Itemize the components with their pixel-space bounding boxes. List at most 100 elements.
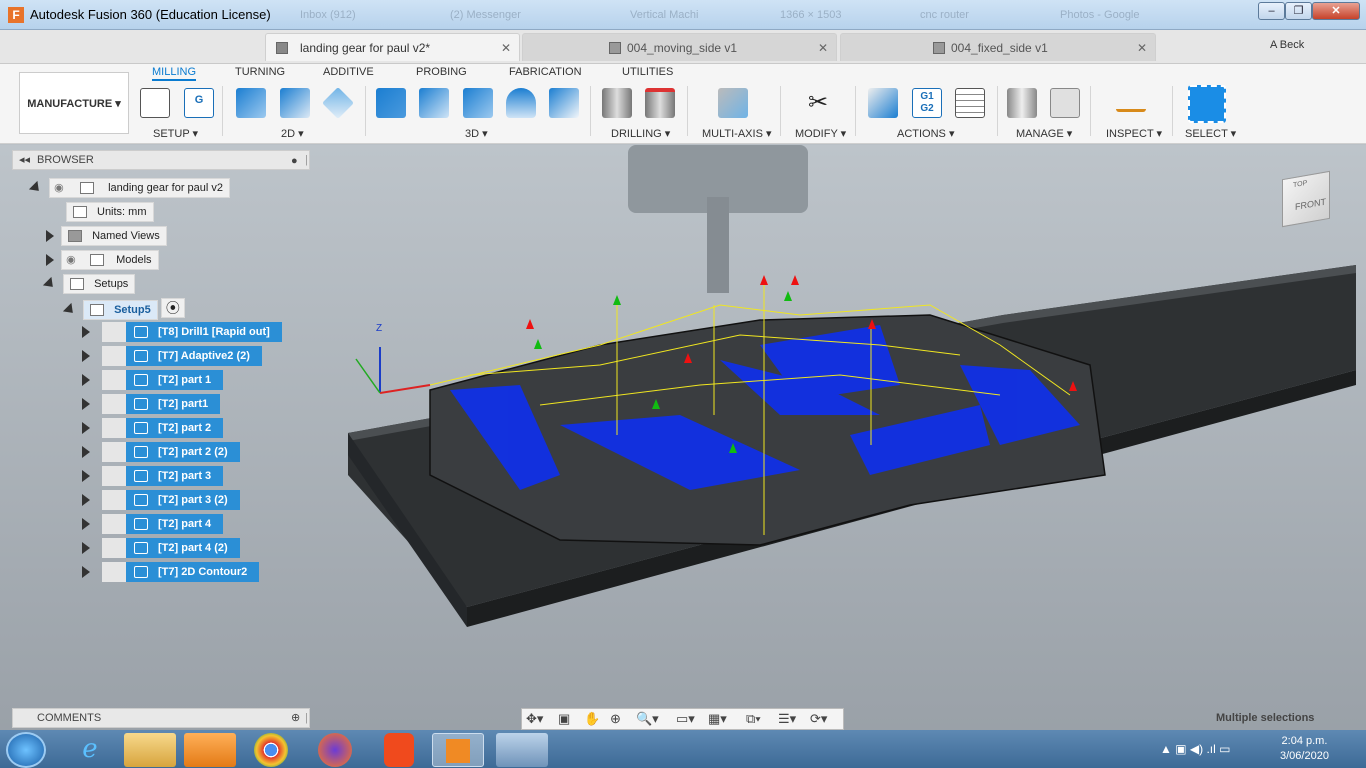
multi-axis-icon[interactable] <box>718 88 748 118</box>
measure-icon[interactable] <box>1116 96 1146 112</box>
workspace-switcher[interactable]: MANUFACTURE ▾ <box>19 72 129 134</box>
eye-hidden-icon[interactable] <box>102 322 126 342</box>
op-row[interactable]: [T2] part 4 <box>82 514 224 534</box>
tree-setups[interactable]: Setups <box>42 274 136 294</box>
maximize-button[interactable]: ❐ <box>1285 2 1312 20</box>
user-name[interactable]: A Beck <box>1270 39 1304 51</box>
face-icon[interactable] <box>322 87 354 119</box>
op-row[interactable]: [T2] part 3 <box>82 466 224 486</box>
group-inspect[interactable]: INSPECT ▾ <box>1106 127 1162 140</box>
eye-icon[interactable]: ◉ <box>54 179 64 197</box>
eye-hidden-icon[interactable] <box>102 346 126 366</box>
display-settings-icon[interactable]: ▭▾ <box>676 711 695 727</box>
tree-setup5[interactable]: Setup5 ⦿ <box>62 298 185 320</box>
op-row[interactable]: [T7] 2D Contour2 <box>82 562 260 582</box>
minimize-button[interactable]: – <box>1258 2 1285 20</box>
group-actions[interactable]: ACTIONS ▾ <box>897 127 954 140</box>
select-cursor-icon[interactable] <box>1188 85 1226 123</box>
tool-library-icon[interactable] <box>1007 88 1037 118</box>
collapse-browser-icon[interactable]: ◂◂ <box>19 151 30 169</box>
tab-probing[interactable]: PROBING <box>416 66 467 78</box>
group-multi-axis[interactable]: MULTI-AXIS ▾ <box>702 127 772 140</box>
start-button[interactable] <box>6 732 46 768</box>
expand-arrow-icon[interactable] <box>82 374 90 387</box>
scissors-icon[interactable]: ✂ <box>803 88 833 118</box>
op-row[interactable]: [T2] part 1 <box>82 370 224 390</box>
group-manage[interactable]: MANAGE ▾ <box>1016 127 1072 140</box>
hole-recognition-icon[interactable] <box>645 88 675 118</box>
expand-arrow-icon[interactable] <box>82 326 90 339</box>
eye-hidden-icon[interactable] <box>102 370 126 390</box>
eye-hidden-icon[interactable] <box>102 514 126 534</box>
expand-arrow-icon[interactable] <box>82 398 90 411</box>
eye-hidden-icon[interactable] <box>102 442 126 462</box>
orbit-icon[interactable]: ✥▾ <box>526 711 543 727</box>
expand-arrow-icon[interactable] <box>82 422 90 435</box>
view-layout-icon[interactable]: ☰▾ <box>778 711 796 727</box>
op-row[interactable]: [T2] part 2 (2) <box>82 442 240 462</box>
expand-arrow-icon[interactable] <box>82 518 90 531</box>
contour-icon[interactable] <box>506 88 536 118</box>
close-window-button[interactable]: ✕ <box>1312 2 1360 20</box>
eye-hidden-icon[interactable] <box>102 394 126 414</box>
new-folder-icon[interactable] <box>140 88 170 118</box>
expand-arrow-icon[interactable] <box>46 254 54 267</box>
tree-units[interactable]: Units: mm <box>66 202 154 222</box>
look-at-icon[interactable]: ▣ <box>558 711 570 727</box>
close-tab-icon[interactable]: ✕ <box>818 34 828 62</box>
group-2d[interactable]: 2D ▾ <box>281 127 304 140</box>
grid-settings-icon[interactable]: ▦▾ <box>708 711 727 727</box>
3d-pocket-icon[interactable] <box>419 88 449 118</box>
pan-icon[interactable]: ✋ <box>584 711 600 727</box>
op-row[interactable]: [T8] Drill1 [Rapid out] <box>82 322 282 342</box>
expand-arrow-icon[interactable] <box>46 230 54 243</box>
tab-turning[interactable]: TURNING <box>235 66 285 78</box>
expand-arrow-icon[interactable] <box>82 350 90 363</box>
panel-grip-icon[interactable]: | <box>305 151 308 169</box>
group-drilling[interactable]: DRILLING ▾ <box>611 127 670 140</box>
tree-named-views[interactable]: Named Views <box>46 226 167 246</box>
close-tab-icon[interactable]: ✕ <box>501 34 511 62</box>
group-setup[interactable]: SETUP ▾ <box>153 127 198 140</box>
eye-icon[interactable]: ◉ <box>66 251 76 269</box>
tab-additive[interactable]: ADDITIVE <box>323 66 374 78</box>
viewports-icon[interactable]: ⧉▾ <box>746 711 761 727</box>
eye-hidden-icon[interactable] <box>102 538 126 558</box>
setup-g-icon[interactable]: G <box>184 88 214 118</box>
media-player-icon[interactable] <box>184 733 236 767</box>
expand-arrow-icon[interactable] <box>82 566 90 579</box>
add-comment-icon[interactable]: ⊕ <box>291 709 300 727</box>
tab-milling[interactable]: MILLING <box>152 66 197 81</box>
doc-tab-landing-gear[interactable]: landing gear for paul v2* ✕ <box>265 33 520 61</box>
machine-library-icon[interactable] <box>1050 88 1080 118</box>
parallel-icon[interactable] <box>463 88 493 118</box>
view-cube[interactable]: TOP FRONT <box>1282 170 1330 228</box>
tree-root[interactable]: ◉ landing gear for paul v2 <box>28 178 231 198</box>
refresh-icon[interactable]: ⟳▾ <box>810 711 827 727</box>
eye-hidden-icon[interactable] <box>102 490 126 510</box>
group-select[interactable]: SELECT ▾ <box>1185 127 1236 140</box>
group-3d[interactable]: 3D ▾ <box>465 127 488 140</box>
file-explorer-icon[interactable] <box>124 733 176 767</box>
expand-arrow-icon[interactable] <box>42 277 58 292</box>
op-row[interactable]: [T2] part 3 (2) <box>82 490 240 510</box>
expand-arrow-icon[interactable] <box>62 303 78 318</box>
active-setup-icon[interactable]: ⦿ <box>160 298 185 318</box>
tab-fabrication[interactable]: FABRICATION <box>509 66 582 78</box>
internet-explorer-icon[interactable]: ℯ <box>64 733 116 767</box>
expand-arrow-icon[interactable] <box>82 470 90 483</box>
expand-arrow-icon[interactable] <box>82 542 90 555</box>
simulate-icon[interactable] <box>868 88 898 118</box>
chrome-icon[interactable] <box>254 733 288 767</box>
doc-tab-moving-side[interactable]: 004_moving_side v1 ✕ <box>522 33 837 61</box>
2d-pocket-icon[interactable] <box>280 88 310 118</box>
zoom-window-icon[interactable]: ⊕ <box>610 711 621 727</box>
fusion-360-taskbar-icon[interactable] <box>432 733 484 767</box>
control-panel-icon[interactable] <box>496 733 548 767</box>
op-row[interactable]: [T7] Adaptive2 (2) <box>82 346 262 366</box>
op-row[interactable]: [T2] part 2 <box>82 418 224 438</box>
eye-hidden-icon[interactable] <box>102 562 126 582</box>
post-process-icon[interactable]: G1 G2 <box>912 88 942 118</box>
expand-arrow-icon[interactable] <box>28 181 44 196</box>
2d-adaptive-icon[interactable] <box>236 88 266 118</box>
